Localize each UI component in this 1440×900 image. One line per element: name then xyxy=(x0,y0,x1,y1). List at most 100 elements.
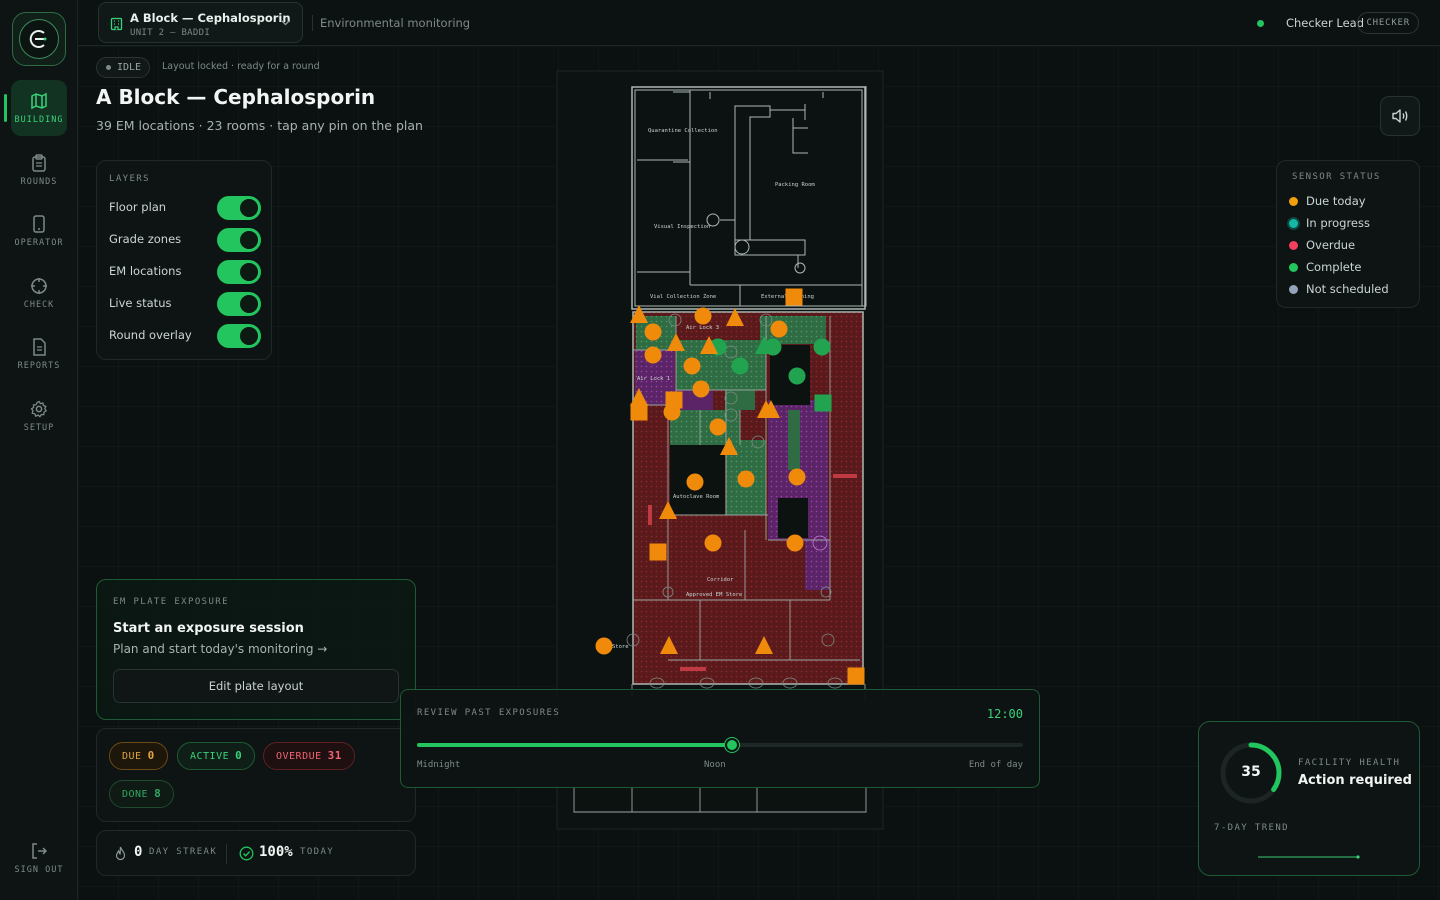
check-circle-icon xyxy=(239,846,254,861)
room-label: Air Lock 3 xyxy=(686,325,719,331)
legend-item-overdue: Overdue xyxy=(1289,237,1355,253)
layer-round-overlay[interactable]: Round overlay xyxy=(109,324,261,348)
layer-live-status[interactable]: Live status xyxy=(109,292,261,316)
layers-caption: LAYERS xyxy=(109,174,150,184)
sidebar-item-label: REPORTS xyxy=(17,360,61,371)
sign-out-button[interactable]: SIGN OUT xyxy=(0,830,78,886)
em-location-pin[interactable] xyxy=(630,403,648,421)
em-location-pin[interactable] xyxy=(813,338,831,356)
tick-label: Midnight xyxy=(417,760,461,770)
layer-toggle[interactable] xyxy=(217,228,261,252)
legend-item-not-scheduled: Not scheduled xyxy=(1289,281,1389,297)
layer-label: Live status xyxy=(109,296,172,310)
room-label: Approved EM Store xyxy=(686,592,742,598)
em-location-pin[interactable] xyxy=(709,418,727,436)
layer-label: Round overlay xyxy=(109,328,192,342)
review-time: 12:00 xyxy=(986,707,1023,721)
sidebar-item-rounds[interactable]: ROUNDS xyxy=(0,142,78,198)
count-done[interactable]: DONE 8 xyxy=(109,780,175,808)
layer-toggle[interactable] xyxy=(217,324,261,348)
em-location-pin[interactable] xyxy=(644,323,662,341)
sound-toggle-button[interactable] xyxy=(1380,96,1420,136)
layer-toggle[interactable] xyxy=(217,196,261,220)
sign-out-label: SIGN OUT xyxy=(14,864,64,875)
divider xyxy=(312,15,313,31)
layer-grade-zones[interactable]: Grade zones xyxy=(109,228,261,252)
count-active[interactable]: ACTIVE 0 xyxy=(177,742,256,770)
exposure-caption: EM PLATE EXPOSURE xyxy=(113,597,229,607)
layer-toggle[interactable] xyxy=(217,292,261,316)
status-dot xyxy=(1289,284,1298,294)
sidebar-item-setup[interactable]: SETUP xyxy=(0,388,78,444)
em-location-pin[interactable] xyxy=(785,288,803,306)
speaker-icon xyxy=(1392,109,1408,123)
sidebar-item-building[interactable]: BUILDING xyxy=(0,80,78,136)
review-past-exposures: REVIEW PAST EXPOSURES 12:00 Midnight Noo… xyxy=(400,689,1040,788)
slider-handle[interactable] xyxy=(725,738,740,752)
em-location-pin[interactable] xyxy=(692,380,710,398)
tick-label: Noon xyxy=(704,760,726,770)
em-location-pin[interactable] xyxy=(847,667,865,685)
layer-toggle[interactable] xyxy=(217,260,261,284)
module-name: Environmental monitoring xyxy=(320,16,471,30)
em-location-pin[interactable] xyxy=(788,468,806,486)
em-location-pin[interactable] xyxy=(683,357,701,375)
layer-label: EM locations xyxy=(109,264,182,278)
em-location-pin[interactable] xyxy=(737,470,755,488)
health-score: 35 xyxy=(1241,764,1261,780)
count-due[interactable]: DUE 0 xyxy=(109,742,168,770)
facility-health-card[interactable]: 35 FACILITY HEALTH Action required 7-DAY… xyxy=(1198,721,1420,876)
status-badge: IDLE xyxy=(96,57,151,78)
layer-label: Floor plan xyxy=(109,200,167,214)
sidebar-item-label: BUILDING xyxy=(14,114,64,125)
today-caption: TODAY xyxy=(300,847,335,857)
room-label: Autoclave Room xyxy=(673,494,720,500)
layer-em-locations[interactable]: EM locations xyxy=(109,260,261,284)
em-location-pin[interactable] xyxy=(770,320,788,338)
building-icon xyxy=(110,17,123,31)
gear-icon xyxy=(30,400,48,418)
time-slider[interactable] xyxy=(417,738,1023,752)
em-location-pin[interactable] xyxy=(665,391,683,409)
page-subtitle: 39 EM locations · 23 rooms · tap any pin… xyxy=(96,118,423,133)
map-icon xyxy=(31,92,47,109)
online-indicator xyxy=(1257,20,1264,27)
trend-caption: 7-DAY TREND xyxy=(1214,823,1290,833)
em-location-pin[interactable] xyxy=(786,534,804,552)
sidebar-item-reports[interactable]: REPORTS xyxy=(0,326,78,382)
status-dot xyxy=(1289,196,1298,206)
em-plate-exposure-card: EM PLATE EXPOSURE Start an exposure sess… xyxy=(96,579,416,720)
em-location-pin[interactable] xyxy=(694,307,712,325)
room-label: Store xyxy=(612,644,629,650)
em-location-pin[interactable] xyxy=(649,543,667,561)
em-location-pin[interactable] xyxy=(686,473,704,491)
sidebar-item-label: OPERATOR xyxy=(14,237,64,248)
clipboard-icon xyxy=(32,153,46,172)
em-location-pin[interactable] xyxy=(644,346,662,364)
em-location-pin[interactable] xyxy=(788,367,806,385)
count-overdue[interactable]: OVERDUE 31 xyxy=(263,742,355,770)
sidebar-item-check[interactable]: CHECK xyxy=(0,265,78,321)
user-name[interactable]: Checker Lead xyxy=(1286,16,1364,30)
em-location-pin[interactable] xyxy=(731,357,749,375)
app-logo[interactable] xyxy=(12,12,66,66)
layer-floor-plan[interactable]: Floor plan xyxy=(109,196,261,220)
round-counts: DUE 0 ACTIVE 0 OVERDUE 31 DONE 8 xyxy=(96,728,416,822)
legend-item-due: Due today xyxy=(1289,193,1366,209)
streak-days: 0 xyxy=(134,844,143,860)
health-caption: FACILITY HEALTH xyxy=(1298,758,1401,768)
room-label: Corridor xyxy=(707,577,734,583)
health-status: Action required xyxy=(1298,773,1412,788)
edit-plate-layout-button[interactable]: Edit plate layout xyxy=(113,669,399,703)
exposure-title: Start an exposure session xyxy=(113,621,304,636)
layer-label: Grade zones xyxy=(109,232,182,246)
em-location-pin[interactable] xyxy=(704,534,722,552)
building-selector[interactable]: A Block — Cephalosporin UNIT 2 — BADDI xyxy=(98,2,303,43)
em-location-pin[interactable] xyxy=(814,394,832,412)
sidebar-item-operator[interactable]: OPERATOR xyxy=(0,203,78,259)
building-unit: UNIT 2 — BADDI xyxy=(130,28,211,38)
trend-sparkline xyxy=(1258,855,1360,859)
em-location-pin[interactable] xyxy=(595,637,613,655)
start-session-link[interactable]: Plan and start today's monitoring → xyxy=(113,642,327,656)
slider-fill xyxy=(417,743,733,747)
